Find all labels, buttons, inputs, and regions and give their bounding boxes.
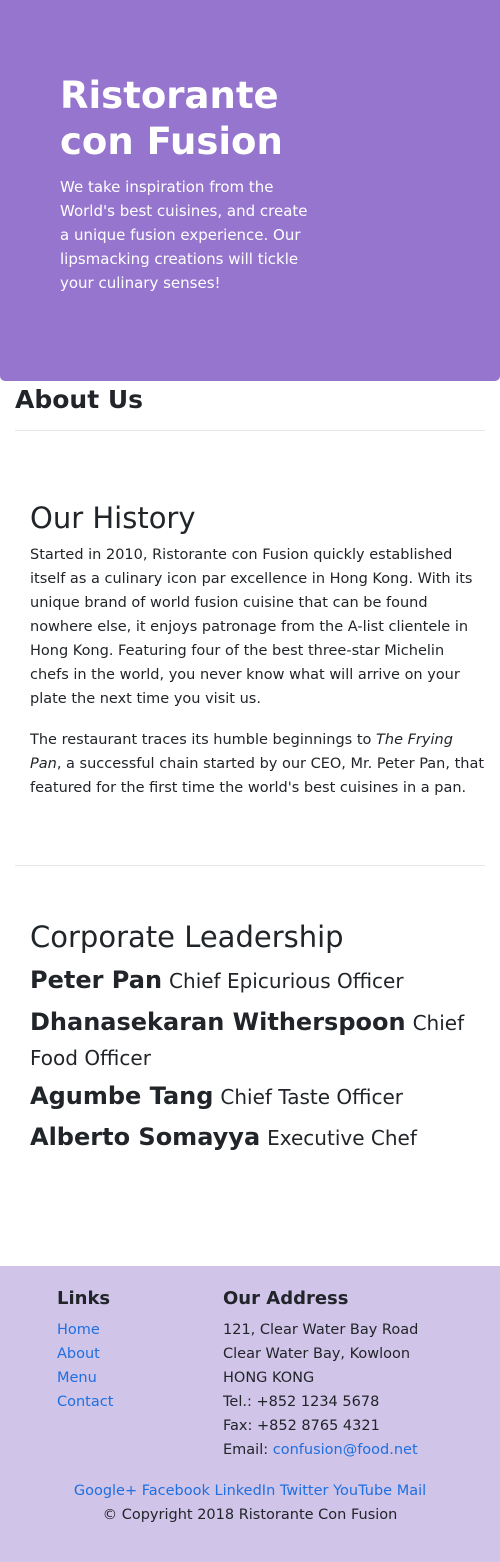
leader-item: Agumbe Tang Chief Taste Officer [30, 1079, 480, 1115]
social-link-mail[interactable]: Mail [397, 1483, 426, 1499]
divider [15, 430, 485, 431]
leader-name: Dhanasekaran Witherspoon [30, 1008, 406, 1036]
address-line: HONG KONG [223, 1370, 315, 1386]
hero-text: We take inspiration from the World's bes… [60, 178, 308, 292]
social-link-twitter[interactable]: Twitter [280, 1483, 329, 1499]
leader-role: Chief Epicurious Officer [169, 969, 404, 993]
footer-link-menu[interactable]: Menu [57, 1366, 97, 1390]
hero-jumbotron: Ristorante con Fusion We take inspiratio… [0, 0, 500, 381]
address-email-line: Email: confusion@food.net [223, 1442, 418, 1458]
links-heading: Links [57, 1288, 111, 1309]
leader-name: Agumbe Tang [30, 1082, 214, 1110]
leader-name: Peter Pan [30, 966, 163, 994]
social-link-google-plus[interactable]: Google+ [74, 1483, 137, 1499]
social-link-youtube[interactable]: YouTube [333, 1483, 392, 1499]
social-link-facebook[interactable]: Facebook [142, 1483, 210, 1499]
divider [15, 865, 485, 866]
footer-link-about[interactable]: About [57, 1342, 100, 1366]
address-heading: Our Address [223, 1288, 349, 1309]
social-links: Google+ Facebook LinkedIn Twitter YouTub… [0, 1480, 500, 1502]
history-paragraph-2: The restaurant traces its humble beginni… [30, 732, 485, 796]
leader-role: Chief Taste Officer [220, 1085, 403, 1109]
leadership-title: Corporate Leadership [30, 920, 344, 954]
footer-link-home[interactable]: Home [57, 1318, 100, 1342]
history-paragraph-1: Started in 2010, Ristorante con Fusion q… [30, 547, 473, 707]
leader-item: Alberto Somayya Executive Chef [30, 1120, 480, 1156]
history-title: Our History [30, 501, 196, 535]
page-title: About Us [15, 385, 144, 414]
footer-link-contact[interactable]: Contact [57, 1390, 113, 1414]
address-line: Clear Water Bay, Kowloon [223, 1346, 411, 1362]
social-link-linkedin[interactable]: LinkedIn [215, 1483, 276, 1499]
copyright: © Copyright 2018 Ristorante Con Fusion [102, 1507, 398, 1523]
leader-role: Executive Chef [267, 1126, 417, 1150]
leader-name: Alberto Somayya [30, 1123, 261, 1151]
address-line: Tel.: +852 1234 5678 [223, 1394, 380, 1410]
email-link[interactable]: confusion@food.net [273, 1442, 418, 1458]
leader-item: Peter Pan Chief Epicurious Officer [30, 963, 480, 999]
address-line: Fax: +852 8765 4321 [223, 1418, 380, 1434]
leader-item: Dhanasekaran Witherspoon Chief Food Offi… [30, 1005, 480, 1076]
hero-title: Ristorante con Fusion [60, 74, 283, 163]
address-line: 121, Clear Water Bay Road [223, 1322, 419, 1338]
